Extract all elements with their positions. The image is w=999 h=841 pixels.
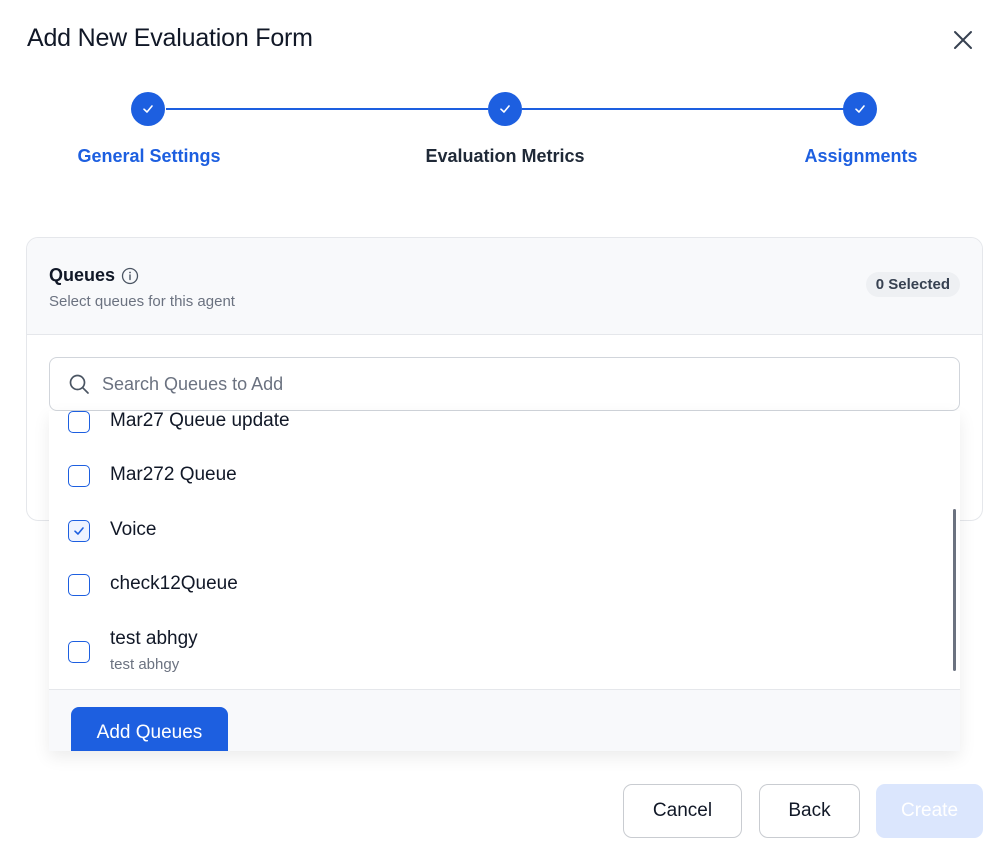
step-label-general-settings[interactable]: General Settings <box>77 146 220 167</box>
close-button[interactable] <box>948 25 978 55</box>
list-scrollbar[interactable] <box>953 509 956 671</box>
info-icon[interactable] <box>121 267 139 285</box>
check-icon <box>855 105 865 113</box>
step-complete-indicator[interactable] <box>488 92 522 126</box>
queue-label: test abhgy <box>110 628 198 649</box>
queues-card-header: Queues Select queues for this agent 0 Se… <box>27 238 982 335</box>
queue-label: check12Queue <box>110 573 238 594</box>
modal-title: Add New Evaluation Form <box>27 24 313 52</box>
queue-checkbox[interactable] <box>68 574 90 596</box>
stepper: General Settings Evaluation Metrics Assi… <box>0 90 999 180</box>
step-complete-indicator[interactable] <box>843 92 877 126</box>
queue-checkbox[interactable] <box>68 465 90 487</box>
list-item[interactable]: test abhgy test abhgy <box>49 613 960 681</box>
queues-title: Queues <box>49 265 116 285</box>
queue-description: test abhgy <box>110 656 180 673</box>
dropdown-footer: Add Queues <box>49 689 960 751</box>
queue-checkbox[interactable] <box>68 641 90 663</box>
step-complete-indicator[interactable] <box>131 92 165 126</box>
close-icon[interactable] <box>948 25 978 55</box>
queue-search-field[interactable] <box>49 357 960 411</box>
search-icon <box>69 374 89 394</box>
queue-label: Voice <box>110 519 157 540</box>
queue-label: Mar272 Queue <box>110 464 237 485</box>
check-icon <box>143 105 153 113</box>
queues-title-row: Queues <box>49 265 139 286</box>
queue-checkbox[interactable] <box>68 411 90 433</box>
search-input[interactable] <box>102 373 902 395</box>
queue-dropdown: Mar27 Queue update Mar272 Queue Voice ch… <box>49 411 960 751</box>
list-item[interactable]: Mar27 Queue update <box>49 411 960 449</box>
stepper-connector <box>166 108 488 110</box>
queue-list[interactable]: Mar27 Queue update Mar272 Queue Voice ch… <box>49 411 960 689</box>
check-icon <box>500 105 510 113</box>
stepper-connector <box>522 108 844 110</box>
step-label-evaluation-metrics[interactable]: Evaluation Metrics <box>425 146 584 167</box>
list-item[interactable]: check12Queue <box>49 558 960 612</box>
add-queues-button[interactable]: Add Queues <box>71 707 228 751</box>
step-label-assignments[interactable]: Assignments <box>804 146 917 167</box>
create-button[interactable]: Create <box>876 784 983 838</box>
queue-label: Mar27 Queue update <box>110 411 290 431</box>
list-item[interactable]: Voice <box>49 504 960 558</box>
queue-checkbox[interactable] <box>68 520 90 542</box>
selected-count-badge: 0 Selected <box>865 272 960 297</box>
back-button[interactable]: Back <box>759 784 860 838</box>
queues-subtitle: Select queues for this agent <box>49 293 235 310</box>
check-icon <box>74 527 84 535</box>
cancel-button[interactable]: Cancel <box>623 784 742 838</box>
list-item[interactable]: Mar272 Queue <box>49 449 960 503</box>
